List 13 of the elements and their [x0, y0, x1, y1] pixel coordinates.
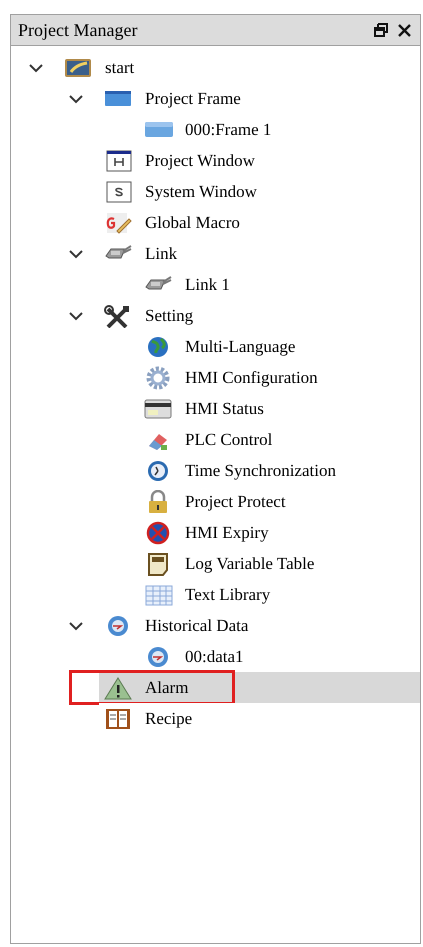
panel-title: Project Manager: [18, 18, 138, 42]
chevron-down-icon[interactable]: [68, 310, 84, 322]
table-icon: [143, 582, 173, 606]
chevron-down-icon[interactable]: [68, 620, 84, 632]
chevron-down-icon[interactable]: [68, 92, 84, 104]
close-icon[interactable]: [398, 24, 411, 36]
chevron-down-icon[interactable]: [68, 248, 84, 260]
tree-item[interactable]: Alarm: [99, 672, 420, 703]
warning-icon: [103, 676, 133, 700]
card-icon: [143, 396, 173, 420]
chevron-down-icon[interactable]: [28, 62, 44, 74]
book-icon: [103, 706, 133, 730]
restore-icon[interactable]: [374, 23, 388, 37]
